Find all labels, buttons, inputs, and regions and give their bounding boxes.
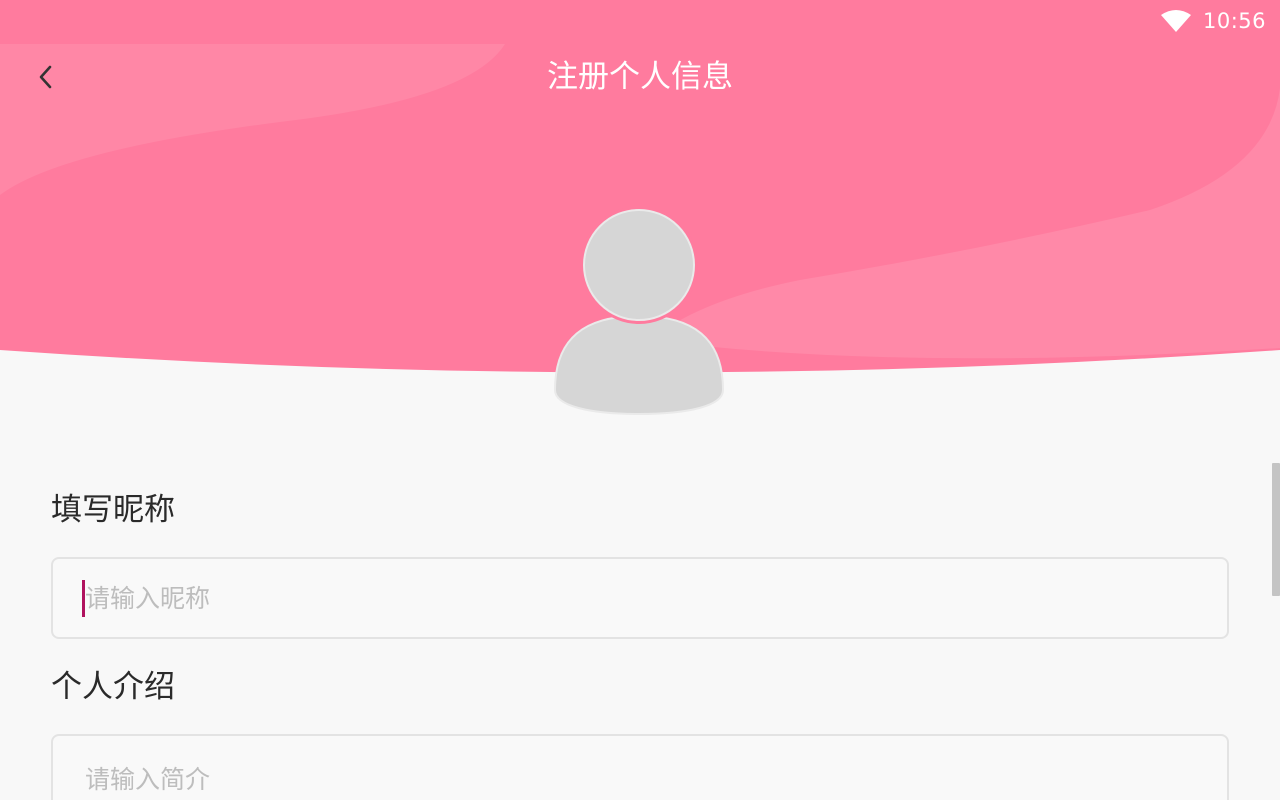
wifi-icon	[1160, 10, 1191, 32]
status-time: 10:56	[1202, 9, 1266, 33]
register-profile-screen: 10:56 注册个人信息 填写昵称 个人介绍	[0, 0, 1280, 800]
scrollbar-thumb[interactable]	[1272, 463, 1280, 596]
page-title: 注册个人信息	[547, 59, 733, 95]
nickname-input[interactable]	[51, 557, 1229, 639]
intro-label: 个人介绍	[51, 669, 175, 705]
status-bar: 10:56	[0, 0, 1280, 42]
text-caret	[82, 580, 85, 617]
nickname-label: 填写昵称	[51, 492, 175, 528]
avatar-upload[interactable]	[550, 208, 728, 418]
intro-input[interactable]	[51, 734, 1229, 800]
user-avatar-placeholder-icon	[553, 208, 725, 416]
